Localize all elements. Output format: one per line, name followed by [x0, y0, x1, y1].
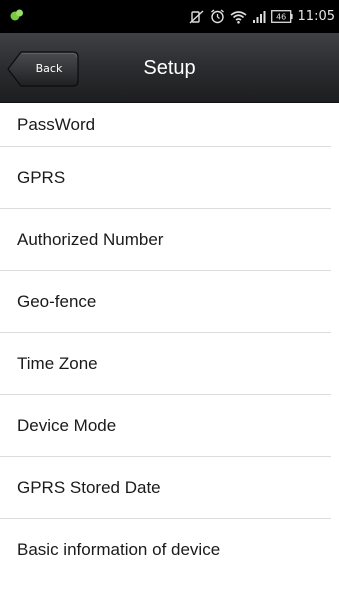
menu-item-geo-fence[interactable]: Geo-fence: [0, 271, 331, 333]
app-header: Back Setup: [0, 33, 339, 103]
wifi-icon: [230, 10, 247, 24]
svg-text:46: 46: [276, 13, 286, 22]
back-button[interactable]: Back: [7, 51, 79, 87]
app-notification-icon: [10, 7, 24, 26]
menu-item-basic-information[interactable]: Basic information of device: [0, 519, 331, 581]
signal-icon: [252, 10, 266, 24]
menu-item-label: Geo-fence: [17, 291, 97, 311]
menu-item-time-zone[interactable]: Time Zone: [0, 333, 331, 395]
status-bar: 46 11:05: [0, 0, 339, 33]
menu-item-device-mode[interactable]: Device Mode: [0, 395, 331, 457]
menu-item-gprs-stored-date[interactable]: GPRS Stored Date: [0, 457, 331, 519]
alarm-icon: [210, 9, 225, 24]
menu-item-label: Authorized Number: [17, 229, 164, 249]
menu-item-label: Time Zone: [17, 353, 98, 373]
menu-item-label: GPRS: [17, 167, 66, 187]
status-left: [10, 7, 189, 26]
menu-item-password[interactable]: PassWord: [0, 103, 331, 147]
battery-icon: 46: [270, 10, 293, 23]
mute-icon: [189, 9, 205, 24]
menu-item-label: Device Mode: [17, 415, 117, 435]
menu-item-label: GPRS Stored Date: [17, 477, 161, 497]
status-time: 11:05: [297, 9, 335, 24]
back-button-label: Back: [35, 62, 63, 75]
setup-menu-list: PassWord GPRS Authorized Number Geo-fenc…: [0, 103, 339, 581]
menu-item-label: Basic information of device: [17, 540, 221, 559]
menu-item-authorized-number[interactable]: Authorized Number: [0, 209, 331, 271]
status-right: 46 11:05: [189, 9, 335, 24]
menu-item-label: PassWord: [17, 114, 96, 134]
menu-item-gprs[interactable]: GPRS: [0, 147, 331, 209]
